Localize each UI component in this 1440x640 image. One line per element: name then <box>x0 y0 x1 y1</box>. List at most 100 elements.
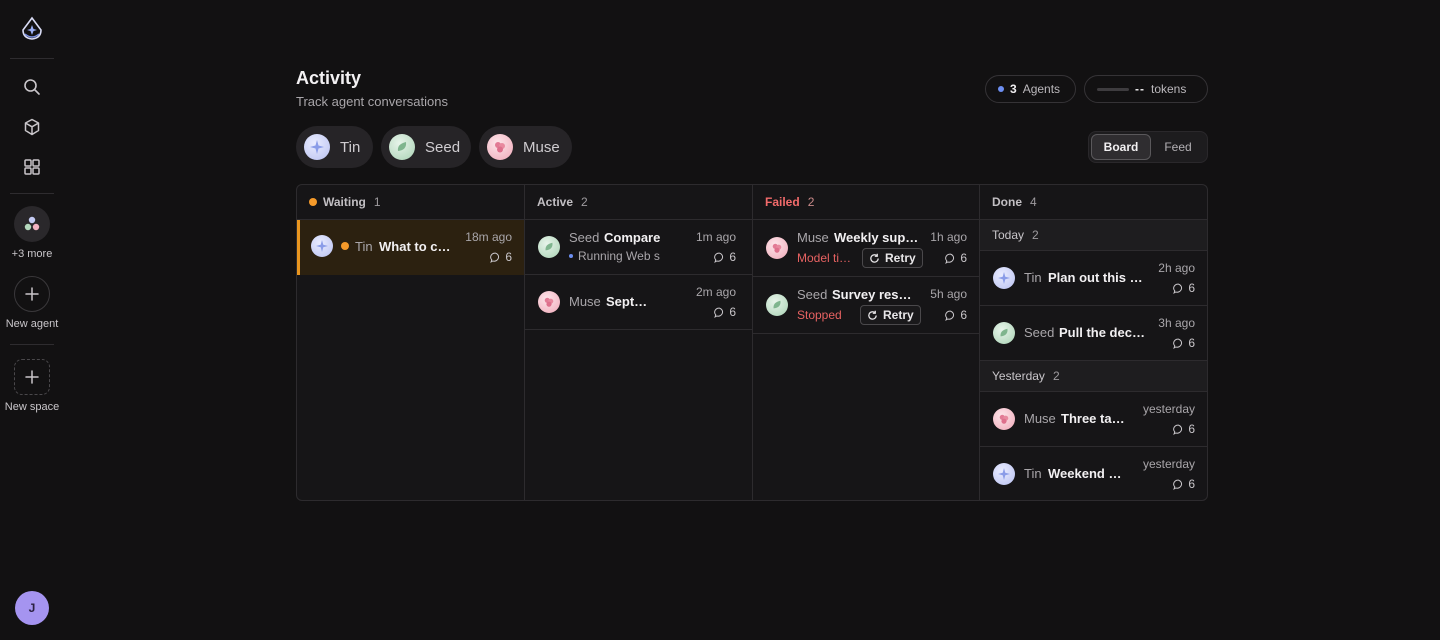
reply-count: 6 <box>490 250 512 264</box>
reply-count: 6 <box>714 250 736 264</box>
column-header-active: Active 2 <box>525 185 752 220</box>
conversation-card[interactable]: Seed Survey responses Stopped Retry 5h a… <box>753 277 979 334</box>
tin-avatar-icon <box>304 134 330 160</box>
page-title: Activity <box>296 68 362 88</box>
agent-chip-label: Tin <box>340 138 361 156</box>
tokens-label: tokens <box>1151 82 1187 96</box>
tin-avatar-icon <box>993 463 1015 485</box>
card-agent-name: Muse <box>797 230 829 245</box>
group-header-yesterday: Yesterday 2 <box>980 361 1207 392</box>
feed-view-button[interactable]: Feed <box>1151 134 1205 160</box>
muse-avatar-icon <box>993 408 1015 430</box>
comment-icon <box>714 252 724 263</box>
card-time: yesterday <box>1142 402 1195 416</box>
agent-chip-tin[interactable]: Tin <box>296 126 373 168</box>
user-avatar[interactable]: J <box>15 591 49 625</box>
reply-count-value: 6 <box>729 250 736 264</box>
conversation-card[interactable]: Muse September 2m ago 6 <box>525 275 752 330</box>
reply-count-value: 6 <box>729 305 736 319</box>
grid-icon[interactable] <box>16 151 48 183</box>
error-text: Model timeout <box>797 251 855 265</box>
agent-chip-label: Muse <box>523 138 560 156</box>
group-title: Yesterday <box>992 369 1045 383</box>
conversation-card[interactable]: Tin What to check 18m ago 6 <box>297 220 524 275</box>
reply-count: 6 <box>1173 477 1195 491</box>
column-count: 2 <box>807 195 815 209</box>
card-agent-name: Seed <box>797 287 828 302</box>
reply-count: 6 <box>945 251 967 265</box>
card-title: Survey responses <box>832 287 918 302</box>
search-icon[interactable] <box>16 71 48 103</box>
agents-count: 3 <box>1010 82 1017 96</box>
reply-count: 6 <box>1173 336 1195 350</box>
reply-count: 6 <box>1173 422 1195 436</box>
more-spaces-label[interactable]: +3 more <box>12 248 53 260</box>
sidebar-divider <box>10 344 54 345</box>
column-failed: Failed 2 Muse Weekly support Model timeo… <box>753 185 980 500</box>
group-count: 2 <box>1032 228 1039 242</box>
board-view-button[interactable]: Board <box>1091 134 1151 160</box>
card-agent-name: Seed <box>569 230 600 245</box>
sidebar: +3 more New agent New space J <box>0 0 64 640</box>
card-agent-name: Tin <box>1024 466 1042 481</box>
sidebar-divider <box>10 58 54 59</box>
waiting-dot-icon <box>309 198 317 206</box>
retry-button[interactable]: Retry <box>860 305 921 325</box>
card-title: Plan out this week <box>1048 270 1148 285</box>
card-time: 2h ago <box>1158 261 1195 275</box>
card-time: 1m ago <box>695 230 736 244</box>
agent-chip-seed[interactable]: Seed <box>381 126 471 168</box>
reply-count-value: 6 <box>1188 336 1195 350</box>
group-count: 2 <box>1052 369 1060 383</box>
card-time: 18m ago <box>465 230 512 244</box>
tin-avatar-icon <box>311 235 333 257</box>
comment-icon <box>714 307 724 318</box>
plus-icon <box>25 370 39 384</box>
conversation-card[interactable]: Seed Pull the decision 3h ago 6 <box>980 306 1207 361</box>
conversation-card[interactable]: Tin Weekend grocery yesterday 6 <box>980 447 1207 500</box>
page-subtitle: Track agent conversations <box>296 94 448 109</box>
card-agent-name: Tin <box>355 239 373 254</box>
app-logo[interactable] <box>19 16 45 42</box>
new-space-label: New space <box>4 401 60 413</box>
retry-button[interactable]: Retry <box>862 248 923 268</box>
muse-avatar-icon <box>487 134 513 160</box>
muse-avatar-icon <box>766 237 788 259</box>
status-dot <box>998 86 1004 92</box>
comment-icon <box>1173 424 1183 435</box>
running-status: Running Web s <box>569 249 661 263</box>
running-status-text: Running Web s <box>578 249 660 263</box>
running-dot-icon <box>569 254 573 258</box>
column-done: Done 4 Today 2 Tin Plan out this week 2h… <box>980 185 1207 500</box>
new-agent-button[interactable] <box>14 276 50 312</box>
space-switcher-button[interactable] <box>14 206 50 242</box>
conversation-card[interactable]: Muse Weekly support Model timeout Retry … <box>753 220 979 277</box>
card-time: 2m ago <box>695 285 736 299</box>
new-space-button[interactable] <box>14 359 50 395</box>
comment-icon <box>1173 338 1183 349</box>
conversation-card[interactable]: Seed Compare Running Web s 1m ago 6 <box>525 220 752 275</box>
card-time: yesterday <box>1142 457 1195 471</box>
conversation-card[interactable]: Tin Plan out this week 2h ago 6 <box>980 251 1207 306</box>
seed-avatar-icon <box>766 294 788 316</box>
comment-icon <box>1173 283 1183 294</box>
agent-chip-muse[interactable]: Muse <box>479 126 572 168</box>
column-count: 1 <box>373 195 381 209</box>
conversation-card[interactable]: Muse Three takeaways yesterday 6 <box>980 392 1207 447</box>
agents-count-pill[interactable]: 3 Agents <box>985 75 1076 103</box>
cube-icon[interactable] <box>16 111 48 143</box>
tokens-pill[interactable]: -- tokens <box>1084 75 1208 103</box>
card-title: September <box>606 294 652 309</box>
refresh-icon <box>868 310 877 320</box>
comment-icon <box>1173 479 1183 490</box>
column-title: Failed <box>765 195 800 209</box>
waiting-dot-icon <box>341 242 349 250</box>
new-agent-label: New agent <box>5 318 59 330</box>
reply-count-value: 6 <box>960 251 967 265</box>
tokens-meter <box>1097 87 1129 91</box>
comment-icon <box>490 252 500 263</box>
reply-count: 6 <box>714 305 736 319</box>
plus-icon <box>25 287 39 301</box>
view-toggle: Board Feed <box>1088 131 1208 163</box>
card-title: Pull the decision <box>1059 325 1147 340</box>
